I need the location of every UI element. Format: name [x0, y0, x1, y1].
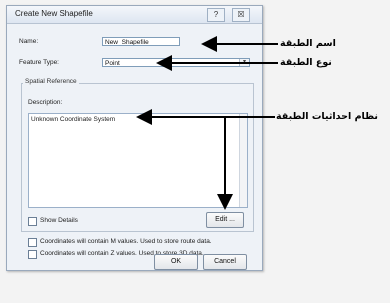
annotation-layer-coordinate-system: نظام احداثيات الطبقة — [276, 111, 378, 122]
annotation-layer-type: نوع الطبقة — [280, 57, 332, 68]
annotation-layer-name: اسم الطبقة — [280, 38, 336, 49]
